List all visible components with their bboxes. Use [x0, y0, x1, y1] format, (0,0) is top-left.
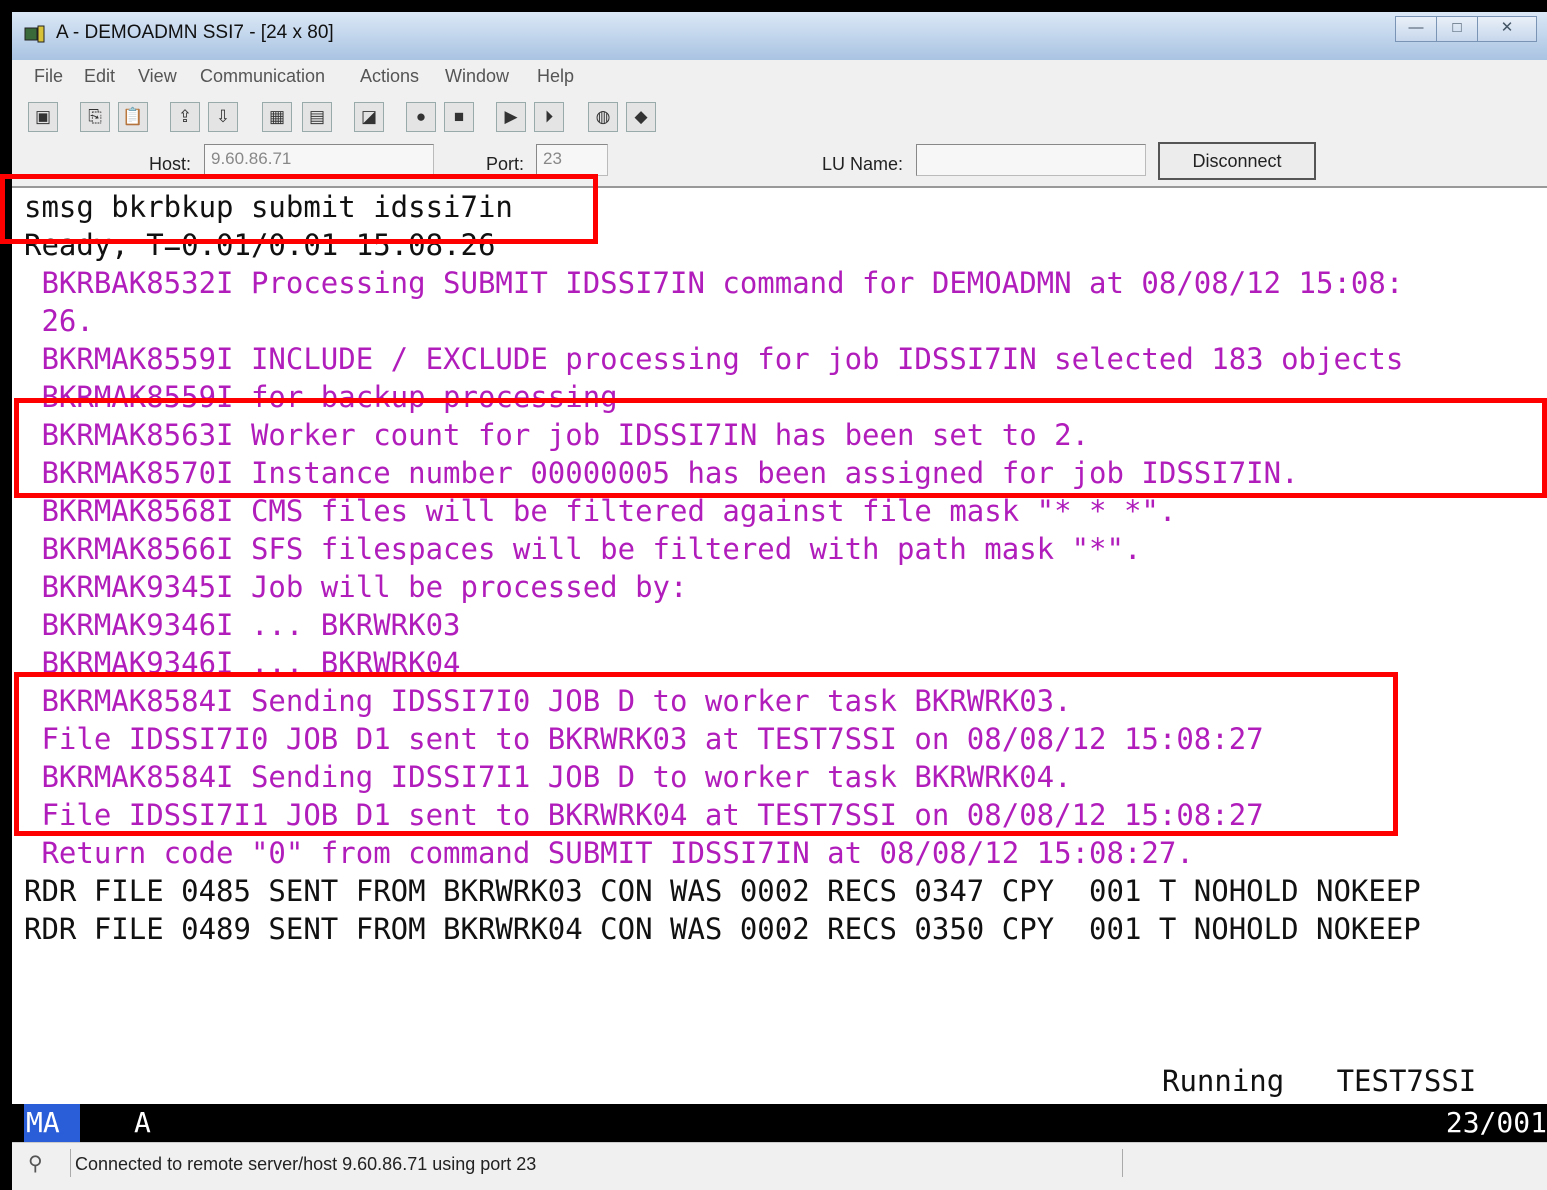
- oia-status-line: MA A 23/001: [12, 1104, 1547, 1142]
- terminal-line: BKRMAK8559I INCLUDE / EXCLUDE processing…: [24, 342, 1404, 376]
- terminal-line: BKRMAK9345I Job will be processed by:: [24, 570, 688, 604]
- toolbar: ▣ ⎘ 📋 ⇪ ⇩ ▦ ▤ ◪ ● ■ ▶ ⏵ ◍ ◆: [12, 92, 1547, 140]
- port-label: Port:: [486, 154, 525, 174]
- close-button[interactable]: ✕: [1477, 16, 1537, 42]
- minimize-button[interactable]: —: [1395, 16, 1437, 42]
- cursor-position: 23/001: [1445, 1106, 1547, 1139]
- lu-name-field[interactable]: [916, 144, 1146, 176]
- status-message: Connected to remote server/host 9.60.86.…: [70, 1149, 1120, 1177]
- app-icon: [24, 25, 45, 43]
- terminal-line: BKRMAK8566I SFS filespaces will be filte…: [24, 532, 1142, 566]
- host-field[interactable]: 9.60.86.71: [204, 144, 434, 176]
- globe-icon[interactable]: ◍: [588, 102, 618, 132]
- terminal-line: RDR FILE 0489 SENT FROM BKRWRK04 CON WAS…: [24, 912, 1421, 946]
- start-record-icon[interactable]: ●: [406, 102, 436, 132]
- status-bar: ⚲ Connected to remote server/host 9.60.8…: [12, 1142, 1547, 1190]
- tag-icon[interactable]: ◆: [626, 102, 656, 132]
- highlight-box-command: [0, 174, 598, 244]
- maximize-button[interactable]: □: [1436, 16, 1478, 42]
- terminal-line: 26.: [24, 304, 94, 338]
- menu-communication[interactable]: Communication: [200, 66, 325, 87]
- record-icon[interactable]: ◪: [354, 102, 384, 132]
- oia-ma-indicator: MA: [24, 1104, 80, 1142]
- status-pane: [1122, 1149, 1523, 1177]
- highlight-box-send-files: [14, 672, 1398, 836]
- window-title: A - DEMOADMN SSI7 - [24 x 80]: [56, 22, 334, 43]
- menu-bar: File Edit View Communication Actions Win…: [12, 60, 1547, 93]
- port-field[interactable]: 23: [536, 144, 608, 176]
- disconnect-button[interactable]: Disconnect: [1158, 142, 1316, 180]
- stop-record-icon[interactable]: ■: [444, 102, 474, 132]
- host-label: Host:: [149, 154, 192, 174]
- terminal-line: RDR FILE 0485 SENT FROM BKRWRK03 CON WAS…: [24, 874, 1421, 908]
- macro-icon[interactable]: ▤: [302, 102, 332, 132]
- send-file-icon[interactable]: ⇪: [170, 102, 200, 132]
- connection-icon: ⚲: [28, 1153, 43, 1175]
- print-screen-icon[interactable]: ▣: [28, 102, 58, 132]
- terminal-line: BKRBAK8532I Processing SUBMIT IDSSI7IN c…: [24, 266, 1404, 300]
- receive-file-icon[interactable]: ⇩: [208, 102, 238, 132]
- menu-actions[interactable]: Actions: [360, 66, 419, 87]
- terminal-screen[interactable]: smsg bkrbkup submit idssi7in Ready; T=0.…: [12, 188, 1547, 1104]
- title-bar[interactable]: A - DEMOADMN SSI7 - [24 x 80] — □ ✕: [12, 12, 1547, 60]
- menu-view[interactable]: View: [138, 66, 177, 87]
- menu-help[interactable]: Help: [537, 66, 574, 87]
- play-icon[interactable]: ▶: [496, 102, 526, 132]
- terminal-line: Return code "0" from command SUBMIT IDSS…: [24, 836, 1194, 870]
- terminal-status: Running TEST7SSI: [1162, 1064, 1477, 1098]
- menu-edit[interactable]: Edit: [84, 66, 115, 87]
- menu-file[interactable]: File: [34, 66, 63, 87]
- terminal-line: BKRMAK9346I ... BKRWRK03: [24, 608, 461, 642]
- oia-session-indicator: A: [134, 1106, 151, 1139]
- lu-name-label: LU Name:: [822, 154, 904, 174]
- keypad-icon[interactable]: ▦: [262, 102, 292, 132]
- menu-window[interactable]: Window: [445, 66, 509, 87]
- highlight-box-worker-count: [14, 398, 1547, 498]
- copy-icon[interactable]: ⎘: [80, 102, 110, 132]
- paste-icon[interactable]: 📋: [118, 102, 148, 132]
- playback-icon[interactable]: ⏵: [534, 102, 564, 132]
